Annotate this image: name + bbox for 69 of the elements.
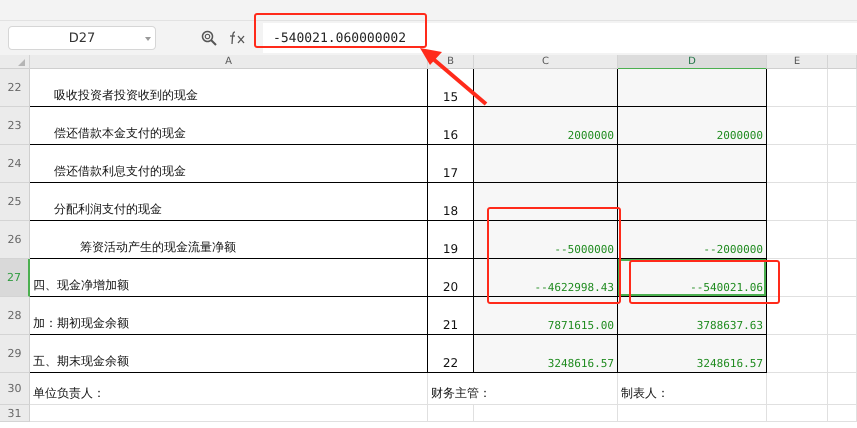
table-cell: --5000000 [474,221,618,259]
table-cell [828,145,857,183]
table-cell [767,145,828,183]
table-cell [767,335,828,373]
table-cell [828,183,857,221]
table-cell [828,297,857,335]
table-cell: 15 [428,69,474,107]
row-header[interactable]: 24 [0,145,30,183]
table-cell: 2000000 [618,107,767,145]
table-cell: 吸收投资者投资收到的现金 [30,69,428,107]
table-cell [767,297,828,335]
table-cell: 四、现金净增加额 [30,259,428,297]
table-cell: --540021.06 [618,259,767,297]
row-header[interactable]: 26 [0,221,30,259]
row-header[interactable]: 22 [0,69,30,107]
table-cell: 加：期初现金余额 [30,297,428,335]
zoom-icon[interactable] [201,30,217,46]
table-cell: 筹资活动产生的现金流量净额 [30,221,428,259]
table-cell: 3788637.63 [618,297,767,335]
table-cell [828,107,857,145]
table-cell: 21 [428,297,474,335]
column-header[interactable]: C [542,56,549,67]
table-cell: 18 [428,183,474,221]
table-cell: 7871615.00 [474,297,618,335]
row-header[interactable]: 25 [0,183,30,221]
table-cell: --2000000 [618,221,767,259]
formula-field[interactable]: -540021.060000002 [263,23,857,53]
function-icon[interactable] [229,31,247,45]
column-header[interactable]: A [225,56,232,67]
table-cell: 20 [428,259,474,297]
row-header[interactable]: 29 [0,335,30,373]
table-cell [828,335,857,373]
name-box[interactable]: D27 [8,26,156,50]
caret-icon [145,37,151,41]
table-cell: 财务主管： [428,373,618,405]
table-cell [767,259,828,297]
table-cell [828,259,857,297]
table-cell: 单位负责人： [30,373,428,405]
table-cell: 制表人： [618,373,767,405]
table-cell [767,107,828,145]
row-header[interactable]: 30 [0,373,30,405]
column-header[interactable]: E [794,56,800,67]
table-cell: 3248616.57 [474,335,618,373]
table-cell: 19 [428,221,474,259]
table-cell: 分配利润支付的现金 [30,183,428,221]
annotation-arrow [418,46,488,106]
table-cell [767,405,828,422]
table-cell [767,221,828,259]
column-header[interactable]: B [447,56,454,67]
row-header[interactable]: 27 [0,259,30,297]
table-cell [828,221,857,259]
table-cell: --4622998.43 [474,259,618,297]
row-header[interactable]: 31 [0,405,30,422]
row-header[interactable]: 28 [0,297,30,335]
table-cell: 偿还借款本金支付的现金 [30,107,428,145]
table-cell: 3248616.57 [618,335,767,373]
column-header[interactable]: D [688,56,696,67]
table-cell [828,405,857,422]
table-cell: 22 [428,335,474,373]
table-cell [767,373,828,405]
table-cell [828,373,857,405]
row-header[interactable]: 23 [0,107,30,145]
table-cell: 五、期末现金余额 [30,335,428,373]
table-cell: 17 [428,145,474,183]
table-cell: 16 [428,107,474,145]
table-cell: 偿还借款利息支付的现金 [30,145,428,183]
table-cell [428,405,474,422]
table-cell: 2000000 [474,107,618,145]
table-cell [767,183,828,221]
